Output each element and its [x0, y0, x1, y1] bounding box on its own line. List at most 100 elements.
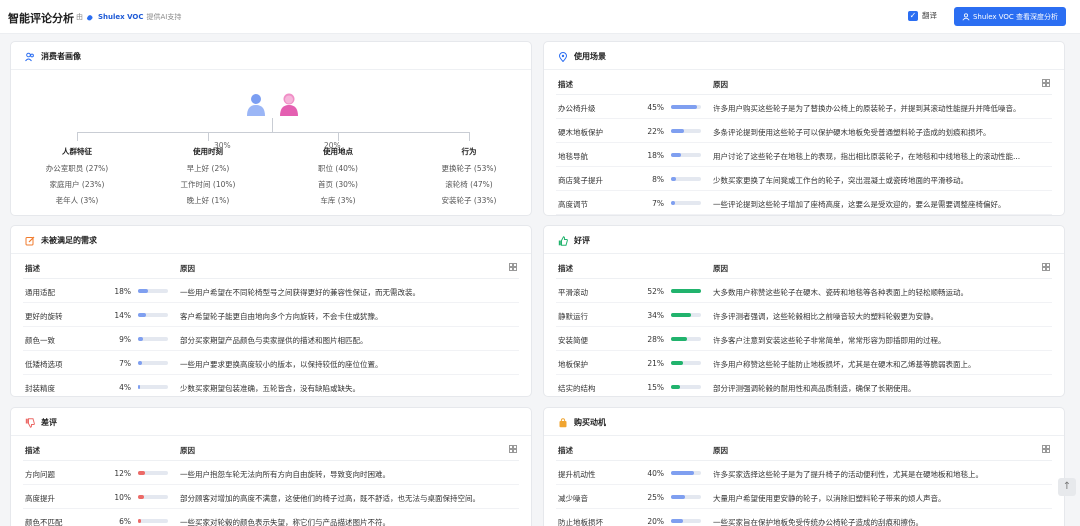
row-reason: 许多客户注意到安装这些轮子非常简单，常常形容为即插即用的过程。: [713, 336, 946, 345]
row-reason: 许多买家选择这些轮子是为了提升椅子的活动便利性，尤其是在硬地板和地毯上。: [713, 470, 983, 479]
table-row[interactable]: 结实的结构 15% 部分评测强调轮毂的耐用性和高品质制造，确保了长期使用。: [556, 375, 1052, 396]
table-row[interactable]: 封装精度 4% 少数买家期望包装准确，五轮皆含，没有缺陷或缺失。: [23, 375, 519, 396]
table-row[interactable]: 方向问题 12% 一些用户抱怨车轮无法向所有方向自由旋转，导致变向时困难。: [23, 461, 519, 485]
persona-item: 车库 (3%): [320, 196, 356, 205]
percentage-bar: [138, 495, 168, 499]
unmet-needs-card: 未被满足的需求 描述 原因 通用适配 18% 一些用户希望在不同轮椅型号之间获得更好的兼容…: [10, 225, 532, 397]
table-row[interactable]: 硬木地板保护 22% 多条评论提到使用这些轮子可以保护硬木地板免受普通塑料轮子造成的…: [556, 119, 1052, 143]
row-percentage: 20%: [647, 517, 664, 526]
page-title: 智能评论分析: [8, 12, 74, 25]
brand-name[interactable]: Shulex VOC: [98, 13, 144, 21]
row-reason: 部分顾客对增加的高度不满意，这使他们的椅子过高，既不舒适，也无法与桌面保持空间。: [180, 494, 480, 503]
row-percentage: 4%: [119, 383, 131, 392]
column-header-desc: 描述: [558, 80, 573, 89]
powered-by-prefix: 由: [76, 13, 83, 21]
table-row[interactable]: 地毯导航 18% 用户讨论了这些轮子在地毯上的表现，指出相比原装轮子，在地毯和中线地…: [556, 143, 1052, 167]
percentage-bar-fill: [138, 519, 142, 523]
tree-branch: [77, 132, 469, 133]
percentage-bar-fill: [671, 129, 684, 133]
table-row[interactable]: 平滑滚动 52% 大多数用户称赞这些轮子在硬木、瓷砖和地毯等各种表面上的轻松顺畅运动…: [556, 279, 1052, 303]
persona-item: 工作时间 (10%): [180, 180, 236, 189]
percentage-bar: [671, 153, 701, 157]
powered-by-suffix: 提供AI支持: [146, 13, 182, 21]
checkbox-checked-icon[interactable]: ✓: [908, 10, 918, 21]
percentage-bar: [671, 105, 701, 109]
tree-stem: [272, 118, 273, 132]
row-percentage: 25%: [647, 493, 664, 502]
table-row[interactable]: 提升机动性 40% 许多买家选择这些轮子是为了提升椅子的活动便利性，尤其是在硬地板和…: [556, 461, 1052, 485]
percentage-bar: [138, 337, 168, 341]
location-pin-icon: [558, 51, 568, 62]
grid-toggle-icon[interactable]: [509, 445, 517, 453]
translate-toggle[interactable]: ✓ 翻译: [908, 10, 937, 21]
percentage-bar: [671, 471, 701, 475]
persona-item: 早上好 (2%): [186, 164, 230, 173]
deep-analysis-button[interactable]: Shulex VOC 查看深度分析: [954, 7, 1066, 26]
percentage-bar: [671, 129, 701, 133]
row-reason: 一些买家对轮毂的颜色表示失望，称它们与产品描述图片不符。: [180, 518, 390, 526]
row-label: 结实的结构: [558, 384, 596, 393]
powered-by: 由 Shulex VOC 提供AI支持: [76, 12, 181, 22]
table-row[interactable]: 防止地板损坏 20% 一些买家旨在保护地板免受传统办公椅轮子造成的刮痕和擦伤。: [556, 509, 1052, 526]
column-header-desc: 描述: [558, 264, 573, 273]
card-title: 购买动机: [574, 418, 606, 427]
positive-reviews-card: 好评 描述 原因 平滑滚动 52% 大多数用户称赞这些轮子在硬木、瓷砖和地毯等各种表面上的…: [543, 225, 1065, 397]
table-row[interactable]: 更好的旋转 14% 客户希望轮子能更自由地向多个方向旋转，不会卡住或犹豫。: [23, 303, 519, 327]
table-row[interactable]: 高度提升 10% 部分顾客对增加的高度不满意，这使他们的椅子过高，既不舒适，也无法与…: [23, 485, 519, 509]
percentage-bar-fill: [671, 313, 691, 317]
divider: [11, 435, 531, 436]
persona-item: 家庭用户 (23%): [49, 180, 105, 189]
users-icon: [25, 52, 34, 61]
row-label: 地毯导航: [558, 152, 588, 161]
card-header: 使用场景: [558, 51, 606, 62]
table-row[interactable]: 低矮椅选项 7% 一些用户要求更换高度较小的版本，以保持较低的座位位置。: [23, 351, 519, 375]
row-label: 减少噪音: [558, 494, 588, 503]
table-row[interactable]: 通用适配 18% 一些用户希望在不同轮椅型号之间获得更好的兼容性保证，而无需改装。: [23, 279, 519, 303]
row-percentage: 18%: [114, 287, 131, 296]
table-row[interactable]: 颜色一致 9% 部分买家期望产品颜色与卖家提供的描述和图片相匹配。: [23, 327, 519, 351]
grid-toggle-icon[interactable]: [1042, 445, 1050, 453]
table-row[interactable]: 办公椅升级 45% 许多用户购买这些轮子是为了替换办公椅上的原装轮子，并提到其滚动性…: [556, 95, 1052, 119]
row-label: 通用适配: [25, 288, 55, 297]
row-label: 办公椅升级: [558, 104, 596, 113]
persona-item: 更换轮子 (53%): [441, 164, 497, 173]
top-bar: 智能评论分析 由 Shulex VOC 提供AI支持 ✓ 翻译 Shulex V…: [0, 0, 1080, 34]
table-header: 描述 原因: [556, 73, 1052, 95]
table-header: 描述 原因: [23, 439, 519, 461]
percentage-bar: [671, 495, 701, 499]
table-row[interactable]: 颜色不匹配 6% 一些买家对轮毂的颜色表示失望，称它们与产品描述图片不符。: [23, 509, 519, 526]
table-row[interactable]: 地板保护 21% 许多用户称赞这些轮子能防止地板损坏，尤其是在硬木和乙烯基等脆弱表面…: [556, 351, 1052, 375]
row-reason: 大量用户希望使用更安静的轮子，以消除旧塑料轮子带来的烦人声音。: [713, 494, 946, 503]
table-row[interactable]: 减少噪音 25% 大量用户希望使用更安静的轮子，以消除旧塑料轮子带来的烦人声音。: [556, 485, 1052, 509]
table-row[interactable]: 商店凳子提升 8% 少数买家更换了车间凳或工作台的轮子，突出混凝土或瓷砖地面的平滑移…: [556, 167, 1052, 191]
row-reason: 许多评测者强调，这些轮毂相比之前噪音较大的塑料轮毂更为安静。: [713, 312, 938, 321]
percentage-bar: [671, 201, 701, 205]
grid-toggle-icon[interactable]: [509, 263, 517, 271]
card-header: 未被满足的需求: [25, 235, 97, 246]
row-percentage: 6%: [119, 517, 131, 526]
percentage-bar-fill: [671, 201, 676, 205]
column-header-reason: 原因: [180, 264, 195, 273]
table-row[interactable]: 高度调节 7% 一些评论提到这些轮子增加了座椅高度，这要么是受欢迎的，要么是需要调整…: [556, 191, 1052, 215]
persona-item: 安装轮子 (33%): [441, 196, 497, 205]
card-header: 好评: [558, 235, 590, 246]
persona-column-traits: 人群特征 办公室职员 (27%) 家庭用户 (23%) 老年人 (3%): [22, 146, 132, 211]
table-row[interactable]: 安装简便 28% 许多客户注意到安装这些轮子非常简单，常常形容为即插即用的过程。: [556, 327, 1052, 351]
shulex-logo-icon: [86, 14, 93, 20]
row-percentage: 7%: [119, 359, 131, 368]
row-label: 静默运行: [558, 312, 588, 321]
percentage-bar: [671, 313, 701, 317]
column-header-desc: 描述: [558, 446, 573, 455]
scenes-card: 使用场景描述 原因 办公椅升级 45% 许多用户购买这些轮子是为了替换办公椅上的原装轮子…: [543, 41, 1065, 216]
table-row[interactable]: 静默运行 34% 许多评测者强调，这些轮毂相比之前噪音较大的塑料轮毂更为安静。: [556, 303, 1052, 327]
grid-toggle-icon[interactable]: [1042, 79, 1050, 87]
column-header-desc: 描述: [25, 446, 40, 455]
row-label: 硬木地板保护: [558, 128, 603, 137]
percentage-bar: [671, 519, 701, 523]
grid-toggle-icon[interactable]: [1042, 263, 1050, 271]
tree-drop: [469, 132, 470, 141]
row-percentage: 34%: [647, 311, 664, 320]
persona-item: 首页 (30%): [318, 180, 358, 189]
deep-analysis-label: Shulex VOC 查看深度分析: [972, 12, 1059, 21]
scroll-to-top-button[interactable]: ↑: [1058, 478, 1076, 496]
